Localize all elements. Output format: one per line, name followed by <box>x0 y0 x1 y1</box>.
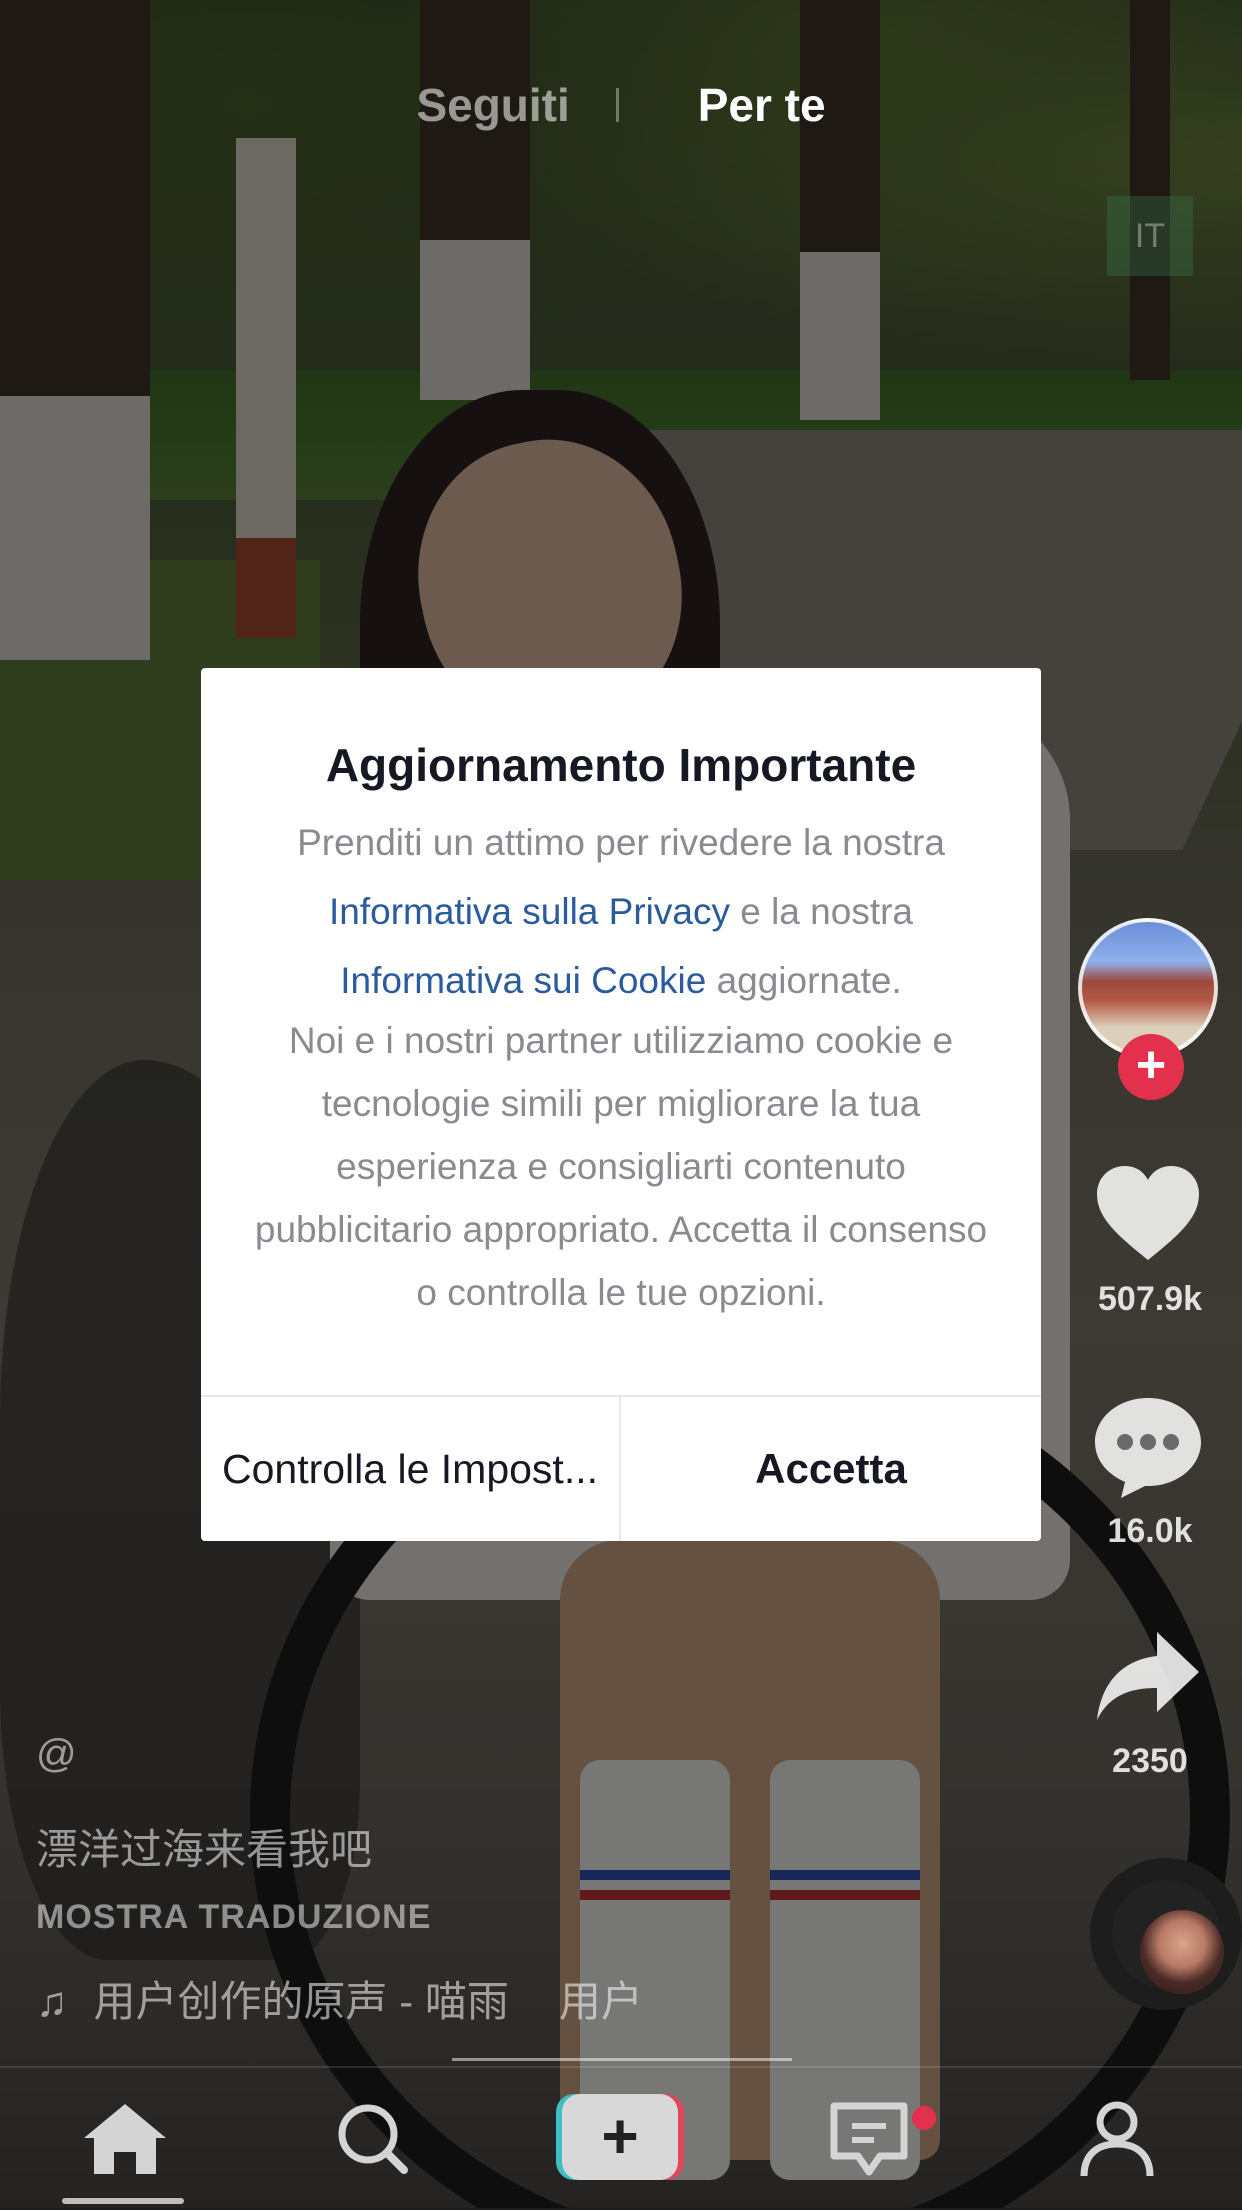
dialog-paragraph-1: Prenditi un attimo per rivedere la nostr… <box>251 808 991 1015</box>
video-description: 漂洋过海来看我吧 <box>36 1826 373 1873</box>
feed-tabs: Seguiti Per te <box>0 78 1242 132</box>
home-icon[interactable] <box>80 2098 170 2178</box>
share-count: 2350 <box>1112 1742 1188 1780</box>
home-active-indicator <box>62 2198 184 2204</box>
sound-title: 用户创作的原声 - 喵雨 <box>93 1978 509 2025</box>
share-icon[interactable] <box>1093 1628 1203 1724</box>
creator-handle[interactable]: @ <box>36 1732 77 1777</box>
tab-divider <box>616 88 620 122</box>
dialog-mid-text: e la nostra <box>740 891 914 932</box>
dialog-title: Aggiornamento Importante <box>325 739 917 791</box>
music-disc-cover <box>1140 1910 1224 1994</box>
inbox-icon[interactable] <box>824 2098 914 2178</box>
dialog-paragraph-2: Noi e i nostri partner utilizziamo cooki… <box>254 1020 988 1313</box>
accept-button[interactable]: Accetta <box>621 1397 1041 1541</box>
sound-title-scroll: 用户 <box>558 1978 643 2025</box>
heart-icon[interactable] <box>1093 1160 1203 1270</box>
music-note-icon: ♫ <box>36 1978 68 2025</box>
tab-following[interactable]: Seguiti <box>416 78 569 132</box>
video-progress-bar <box>452 2058 792 2061</box>
show-translation-button[interactable]: MOSTRA TRADUZIONE <box>36 1898 431 1937</box>
bottom-nav: + <box>0 2066 1242 2210</box>
dialog-body: Prenditi un attimo per rivedere la nostr… <box>251 808 991 1324</box>
privacy-update-dialog: Aggiornamento Importante Prenditi un att… <box>201 668 1041 1541</box>
comment-icon[interactable] <box>1093 1392 1203 1502</box>
sound-info[interactable]: ♫ 用户创作的原声 - 喵雨 用户 <box>36 1968 643 2029</box>
language-badge: IT <box>1107 196 1193 276</box>
cookie-policy-link[interactable]: Informativa sui Cookie <box>340 960 706 1001</box>
create-button[interactable]: + <box>556 2094 684 2180</box>
follow-button[interactable]: + <box>1118 1034 1184 1100</box>
like-count: 507.9k <box>1098 1280 1202 1318</box>
profile-icon[interactable] <box>1072 2098 1162 2178</box>
create-plus-icon: + <box>562 2094 678 2180</box>
tab-for-you[interactable]: Per te <box>698 78 826 132</box>
privacy-policy-link[interactable]: Informativa sulla Privacy <box>329 891 730 932</box>
inbox-notification-dot <box>912 2106 936 2130</box>
comment-count: 16.0k <box>1107 1512 1193 1550</box>
dialog-end-text: aggiornate. <box>716 960 902 1001</box>
dialog-intro-text: Prenditi un attimo per rivedere la nostr… <box>297 822 945 863</box>
dialog-actions: Controlla le Impost... Accetta <box>201 1395 1041 1541</box>
search-icon[interactable] <box>328 2098 418 2178</box>
manage-settings-button[interactable]: Controlla le Impost... <box>201 1397 621 1541</box>
